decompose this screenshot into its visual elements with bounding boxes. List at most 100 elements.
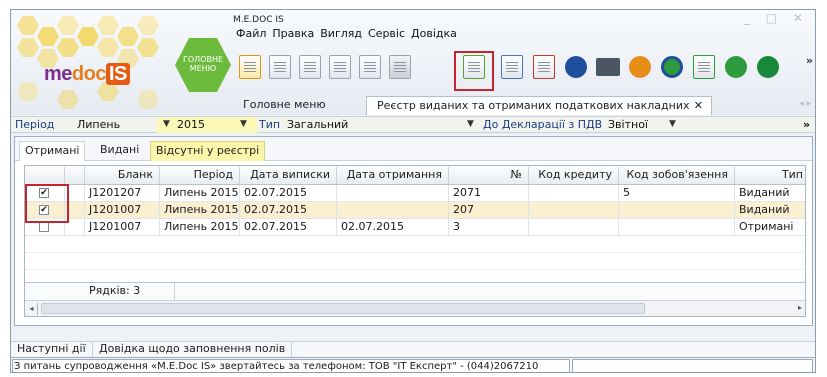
col-receive-date[interactable]: Дата отримання [337,167,449,184]
table-row[interactable]: ✔ J1201007 Липень 2015 02.07.2015 207 Ви… [25,202,805,219]
cell-liability-code [619,202,735,219]
cell-credit-code [529,219,619,236]
declaration-dropdown-icon[interactable]: ▼ [669,117,676,133]
subtab-missing-in-registry[interactable]: Відсутні у реєстрі [150,141,266,161]
document-tabs: Головне меню Реєстр виданих та отриманих… [233,96,815,115]
checkbox-highlight [25,184,69,223]
cell-liability-code [619,219,735,236]
cell-number: 207 [449,202,529,219]
cell-credit-code [529,202,619,219]
period-select[interactable]: Липень [77,117,120,133]
horizontal-scrollbar[interactable]: ◂ ▸ [25,300,805,316]
declaration-label: До Декларації з ПДВ [483,118,603,131]
edit-doc-icon[interactable] [497,52,527,82]
tabs-nav-icon[interactable]: ◂ ▸ [799,99,811,109]
tab-registry[interactable]: Реєстр виданих та отриманих податкових н… [366,96,712,115]
cell-number: 3 [449,219,529,236]
col-type[interactable]: Тип [735,167,805,184]
year-dropdown-icon[interactable]: ▼ [240,117,247,133]
cell-number: 2071 [449,185,529,202]
close-icon[interactable]: ✕ [694,97,703,115]
toolbar-more-icon[interactable]: » [806,54,813,67]
tab-field-help[interactable]: Довідка щодо заповнення полів [93,342,293,357]
status-text: З питань супроводження «M.E.Doc IS» звер… [12,359,570,372]
scroll-thumb[interactable] [41,303,645,314]
preview-icon[interactable] [265,52,295,82]
export-icon[interactable] [625,52,655,82]
menu-edit[interactable]: Правка [269,27,317,43]
window-controls[interactable]: _ □ ✕ [744,11,809,25]
scroll-right-icon[interactable]: ▸ [798,303,802,312]
tab-main-menu[interactable]: Головне меню [233,96,355,115]
menu-service[interactable]: Сервіс [365,27,408,43]
delete-doc-icon[interactable] [529,52,559,82]
period-dropdown-icon[interactable]: ▼ [163,117,170,133]
subtab-received[interactable]: Отримані [19,141,86,161]
calculator-icon[interactable] [561,52,591,82]
row-count: Рядків: 3 [85,283,175,300]
status-panel [572,359,813,372]
print-icon[interactable] [593,52,623,82]
header: medoc IS ГОЛОВНЕ МЕНЮ M.E.DOC IS _ □ ✕ Фа… [11,10,815,115]
cell-type: Виданий [735,185,805,202]
menu-help[interactable]: Довідка [408,27,460,43]
status-bar: З питань супроводження «M.E.Doc IS» звер… [11,357,815,372]
cell-receive-date [337,202,449,219]
refresh-icon[interactable] [721,52,751,82]
col-number[interactable]: № [449,167,529,184]
col-blank[interactable]: Бланк [85,167,160,184]
content-panel: Отримані Видані Відсутні у реєстрі Бланк… [14,136,813,326]
copy-doc-icon[interactable] [295,52,325,82]
cell-blank: J1201007 [85,219,160,236]
period-label: Період [15,118,55,131]
col-checkbox[interactable] [25,167,65,184]
type-select[interactable]: Загальний [287,117,348,133]
col-liability-code[interactable]: Код зобов'язення [619,167,735,184]
title-bar: M.E.DOC IS _ □ ✕ [233,10,815,28]
col-period[interactable]: Період [160,167,240,184]
cell-issue-date: 02.07.2015 [240,202,337,219]
logo-area: medoc IS ГОЛОВНЕ МЕНЮ [11,10,233,115]
cell-period: Липень 2015 [160,219,240,236]
send-icon[interactable] [385,52,415,82]
table-row[interactable]: ✔ J1201207 Липень 2015 02.07.2015 2071 5… [25,185,805,202]
app-window: medoc IS ГОЛОВНЕ МЕНЮ M.E.DOC IS _ □ ✕ Фа… [10,9,816,373]
subtabs: Отримані Видані Відсутні у реєстрі [15,137,812,161]
print-preview-icon[interactable] [325,52,355,82]
cell-period: Липень 2015 [160,185,240,202]
cell-type: Виданий [735,202,805,219]
tab-next-actions[interactable]: Наступні дії [11,342,93,357]
search-icon[interactable] [657,52,687,82]
type-label: Тип [259,118,281,131]
archive-icon[interactable] [355,52,385,82]
cell-receive-date: 02.07.2015 [337,219,449,236]
menubar: Файл Правка Вигляд Сервіс Довідка [233,27,460,43]
menu-view[interactable]: Вигляд [317,27,365,43]
row-checkbox[interactable] [39,222,49,232]
sign-icon[interactable] [689,52,719,82]
bottom-tabs: Наступні дії Довідка щодо заповнення пол… [11,341,815,357]
shield-icon[interactable] [753,52,783,82]
cell-liability-code: 5 [619,185,735,202]
cell-blank: J1201007 [85,202,160,219]
main-menu-button[interactable]: ГОЛОВНЕ МЕНЮ [175,38,231,92]
medoc-logo: medoc IS [44,63,130,86]
subtab-issued[interactable]: Видані [95,141,144,161]
new-doc-icon[interactable] [235,52,265,82]
table-row[interactable]: J1201007 Липень 2015 02.07.2015 02.07.20… [25,219,805,236]
type-dropdown-icon[interactable]: ▼ [467,117,474,133]
toolbar-highlight [454,51,494,91]
col-issue-date[interactable]: Дата виписки [240,167,337,184]
cell-period: Липень 2015 [160,202,240,219]
year-select[interactable]: 2015 [177,117,205,133]
cell-blank: J1201207 [85,185,160,202]
scroll-left-icon[interactable]: ◂ [26,303,38,315]
col-credit-code[interactable]: Код кредиту [529,167,619,184]
cell-issue-date: 02.07.2015 [240,185,337,202]
filter-more-icon[interactable]: » [803,117,810,133]
declaration-select[interactable]: Звітної [608,117,648,133]
documents-grid: Бланк Період Дата виписки Дата отримання… [24,165,806,317]
cell-issue-date: 02.07.2015 [240,219,337,236]
empty-row [25,253,805,270]
menu-file[interactable]: Файл [233,27,269,43]
